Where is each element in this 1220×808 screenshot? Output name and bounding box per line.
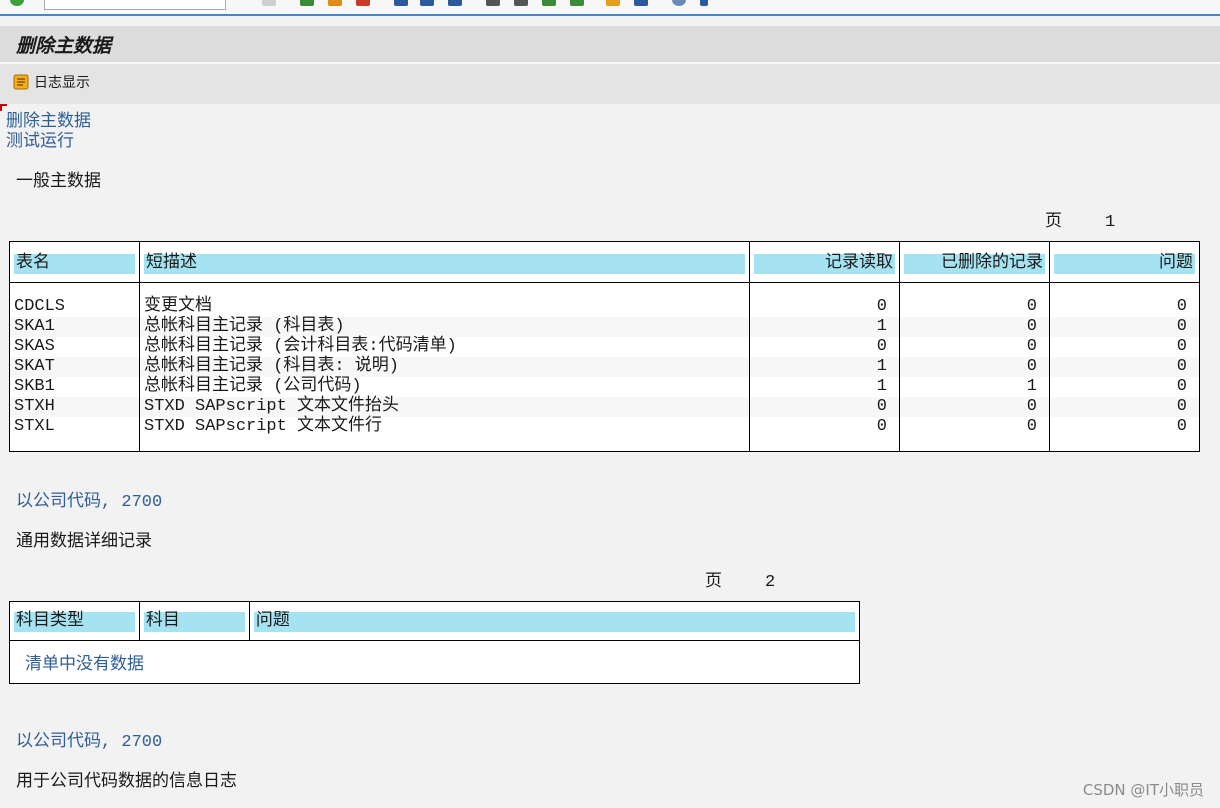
cell-issues: 0 [1049,337,1200,357]
master-data-table: 表名 短描述 记录读取 已删除的记录 问题 CDCLS 变更文档 0 0 0 S… [9,241,1200,452]
table-row[interactable]: CDCLS 变更文档 0 0 0 [9,297,1200,317]
col-header-table-name[interactable]: 表名 [14,254,135,274]
cell-issues: 0 [1049,357,1200,377]
back-icon[interactable] [300,0,314,6]
cell-records-read: 1 [749,357,900,377]
settings-icon[interactable] [672,0,686,6]
page-number-2: 2 [765,573,776,592]
cell-records-deleted: 0 [899,417,1050,437]
cell-records-read: 1 [749,377,900,397]
cell-short-desc: 总帐科目主记录 (会计科目表:代码清单) [139,337,750,357]
page-label-2: 页 [705,573,722,592]
table-row[interactable]: SKB1 总帐科目主记录 (公司代码) 1 1 0 [9,377,1200,397]
section2-heading: 通用数据详细记录 [16,533,152,552]
col-header-records-deleted[interactable]: 已删除的记录 [904,254,1045,274]
cell-table-name: SKA1 [9,317,140,337]
table-row[interactable]: STXL STXD SAPscript 文本文件行 0 0 0 [9,417,1200,437]
prev-page-icon[interactable] [514,0,528,6]
save-icon[interactable] [262,0,276,6]
print-icon[interactable] [394,0,408,6]
page-number-1: 1 [1105,213,1116,232]
watermark: CSDN @IT小职员 [1082,781,1204,799]
page-title: 删除主数据 [16,35,112,57]
cell-records-deleted: 0 [899,337,1050,357]
cell-table-name: SKB1 [9,377,140,397]
col-header-account[interactable]: 科目 [143,612,245,632]
next-page-icon[interactable] [542,0,556,6]
cell-records-deleted: 0 [899,357,1050,377]
cell-issues: 0 [1049,297,1200,317]
cell-records-read: 1 [749,317,900,337]
first-page-icon[interactable] [486,0,500,6]
shortcut-icon[interactable] [634,0,648,6]
cell-short-desc: 总帐科目主记录 (公司代码) [139,377,750,397]
log-display-button[interactable]: 日志显示 [12,72,90,92]
section1-heading: 一般主数据 [16,173,101,192]
cell-records-read: 0 [749,337,900,357]
cell-table-name: SKAS [9,337,140,357]
cell-records-deleted: 0 [899,397,1050,417]
title-bar: 删除主数据 [0,26,1220,64]
log-scroll-icon [13,74,29,90]
table-row[interactable]: SKAT 总帐科目主记录 (科目表: 说明) 1 0 0 [9,357,1200,377]
selection-corner [0,104,7,111]
log-display-label: 日志显示 [34,75,90,91]
col-header-account-type[interactable]: 科目类型 [14,612,135,632]
cancel-icon[interactable] [356,0,370,6]
new-session-icon[interactable] [606,0,620,6]
col-header-problem[interactable]: 问题 [253,612,855,632]
application-toolbar: 日志显示 [0,64,1220,104]
company-code-line-1: 以公司代码, 2700 [16,493,163,512]
cell-issues: 0 [1049,317,1200,337]
cell-records-deleted: 1 [899,377,1050,397]
cell-table-name: SKAT [9,357,140,377]
company-code-line-2: 以公司代码, 2700 [16,733,163,752]
find-icon[interactable] [420,0,434,6]
cell-records-deleted: 0 [899,317,1050,337]
col-header-short-desc[interactable]: 短描述 [144,254,745,274]
cell-table-name: STXH [9,397,140,417]
system-toolbar [0,0,1220,16]
cell-issues: 0 [1049,417,1200,437]
cell-table-name: CDCLS [9,297,140,317]
cell-records-read: 0 [749,297,900,317]
table-row[interactable]: SKAS 总帐科目主记录 (会计科目表:代码清单) 0 0 0 [9,337,1200,357]
page-label-1: 页 [1045,213,1062,232]
find-next-icon[interactable] [448,0,462,6]
cell-short-desc: 总帐科目主记录 (科目表) [139,317,750,337]
table-row[interactable]: STXH STXD SAPscript 文本文件抬头 0 0 0 [9,397,1200,417]
cell-records-read: 0 [749,397,900,417]
table-row[interactable]: SKA1 总帐科目主记录 (科目表) 1 0 0 [9,317,1200,337]
command-field[interactable] [44,0,226,10]
empty-row: 清单中没有数据 [10,641,860,684]
cell-short-desc: STXD SAPscript 文本文件行 [139,417,750,437]
enter-icon[interactable] [10,0,24,6]
exit-icon[interactable] [328,0,342,6]
cell-records-read: 0 [749,417,900,437]
section3-heading: 用于公司代码数据的信息日志 [16,773,237,792]
cell-short-desc: 变更文档 [139,297,750,317]
detail-record-table: 科目类型 科目 问题 清单中没有数据 [9,601,860,684]
report-title-line: 删除主数据 [6,113,91,132]
empty-list-message: 清单中没有数据 [25,656,144,675]
cell-table-name: STXL [9,417,140,437]
cell-short-desc: STXD SAPscript 文本文件抬头 [139,397,750,417]
col-header-issues[interactable]: 问题 [1054,254,1195,274]
table-header-row: 表名 短描述 记录读取 已删除的记录 问题 [9,241,1200,283]
cell-records-deleted: 0 [899,297,1050,317]
test-run-line: 测试运行 [6,133,74,152]
cell-issues: 0 [1049,397,1200,417]
last-page-icon[interactable] [570,0,584,6]
help-icon[interactable] [700,0,708,6]
cell-issues: 0 [1049,377,1200,397]
col-header-records-read[interactable]: 记录读取 [754,254,895,274]
cell-short-desc: 总帐科目主记录 (科目表: 说明) [139,357,750,377]
table-header-row: 科目类型 科目 问题 [9,601,860,641]
